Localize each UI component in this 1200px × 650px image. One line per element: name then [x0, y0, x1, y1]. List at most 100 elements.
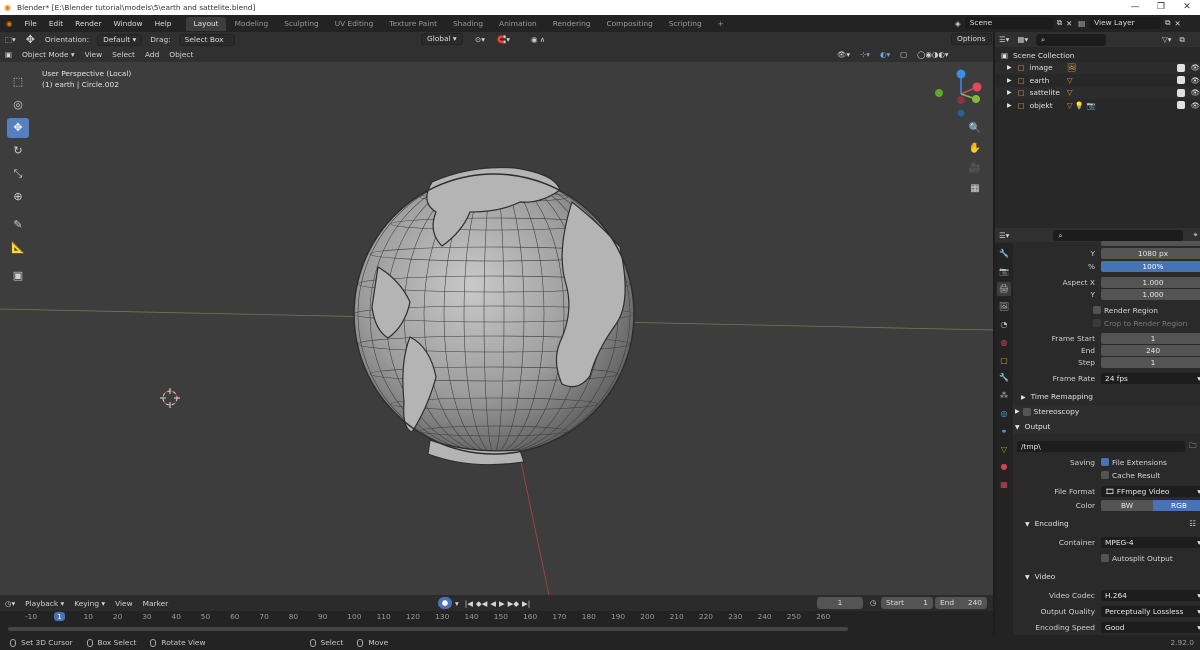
object-mode-dropdown[interactable]: Object Mode ▾ [17, 47, 80, 62]
neg-y-axis-icon[interactable] [935, 89, 943, 97]
menu-file[interactable]: File [18, 15, 42, 32]
maximize-button[interactable]: ❐ [1148, 0, 1174, 15]
video-codec-dropdown[interactable]: H.264▾ [1101, 589, 1200, 601]
xray-icon[interactable]: ▢ [895, 47, 912, 62]
resolution-pct-field[interactable]: 100% [1101, 260, 1200, 272]
menu-keying[interactable]: Keying ▾ [69, 596, 110, 611]
material-tab-icon[interactable]: ● [997, 460, 1011, 474]
view-layer-tab-icon[interactable]: 🖼 [997, 300, 1011, 314]
expand-chevron-icon[interactable]: ▶ [1007, 102, 1012, 109]
camera-view-icon[interactable]: 🎥 [966, 160, 984, 178]
output-path-field[interactable]: /tmp\ [1017, 440, 1185, 452]
texture-tab-icon[interactable]: ▦ [997, 478, 1011, 492]
move-tool-icon[interactable]: ✥ [21, 32, 40, 47]
close-button[interactable]: ✕ [1174, 0, 1200, 15]
rotate-tool[interactable]: ↻ [7, 141, 29, 161]
outliner-item-earth[interactable]: ▶ ▢ earth ▽ 👁 [995, 74, 1200, 87]
expand-chevron-icon[interactable]: ▶ [1007, 77, 1012, 84]
menu-edit[interactable]: Edit [43, 15, 69, 32]
menu-object[interactable]: Object [164, 47, 198, 62]
frame-start-timeline-field[interactable]: Start 1 [881, 597, 933, 609]
stereoscopy-section[interactable]: ▶ Stereoscopy [1013, 405, 1200, 419]
play-icon[interactable]: ▶ [499, 599, 505, 608]
render-region-checkbox[interactable] [1093, 306, 1101, 314]
menu-marker[interactable]: Marker [138, 596, 174, 611]
3d-cursor[interactable] [160, 388, 180, 408]
tool-select-icon[interactable]: ⬚▾ [0, 32, 21, 47]
output-tab-icon[interactable]: 🖨 [997, 282, 1011, 297]
cursor-tool[interactable]: ◎ [7, 95, 29, 115]
crop-region-checkbox[interactable] [1093, 319, 1101, 327]
jump-start-icon[interactable]: |◀ [465, 599, 473, 608]
tab-uv-editing[interactable]: UV Editing [328, 17, 381, 31]
exclude-checkbox[interactable] [1176, 101, 1185, 110]
select-box-tool[interactable]: ⬚ [7, 72, 29, 92]
play-reverse-icon[interactable]: ◀ [490, 599, 496, 608]
file-extensions-checkbox[interactable] [1101, 458, 1109, 466]
delete-scene-icon[interactable]: ✕ [1066, 19, 1072, 28]
render-region-row[interactable]: Render Region [1013, 304, 1200, 316]
transform-tool[interactable]: ⊕ [7, 187, 29, 207]
output-quality-dropdown[interactable]: Perceptually Lossless▾ [1101, 605, 1200, 617]
exclude-checkbox[interactable] [1176, 63, 1185, 72]
minimize-button[interactable]: — [1122, 0, 1148, 15]
record-button[interactable]: ● [438, 597, 452, 609]
add-cube-tool[interactable]: ▣ [7, 266, 29, 286]
current-frame-field[interactable]: 1 [817, 597, 863, 609]
new-view-layer-icon[interactable]: ⧉ [1165, 18, 1170, 28]
expand-chevron-icon[interactable]: ▶ [1007, 89, 1012, 96]
stereoscopy-checkbox[interactable] [1022, 408, 1031, 416]
outliner-item-sattelite[interactable]: ▶ ▢ sattelite ▽ 👁 [995, 86, 1200, 99]
ortho-toggle-icon[interactable]: ▦ [966, 180, 984, 198]
encoding-speed-dropdown[interactable]: Good▾ [1101, 621, 1200, 633]
visibility-icon[interactable]: 👁▾ [832, 47, 855, 62]
add-workspace-button[interactable]: + [711, 17, 731, 31]
aspect-y-field[interactable]: 1.000 [1101, 288, 1200, 300]
autosplit-checkbox[interactable] [1101, 554, 1109, 562]
resolution-y-field[interactable]: 1080 px [1101, 247, 1200, 259]
aspect-x-field[interactable]: 1.000 [1101, 276, 1200, 288]
menu-render[interactable]: Render [69, 15, 107, 32]
move-tool[interactable]: ✥ [7, 118, 29, 138]
filter-icon[interactable]: ▽▾ [1162, 35, 1171, 44]
jump-end-icon[interactable]: ▶| [522, 599, 530, 608]
blender-menu-icon[interactable]: ◉ [0, 15, 18, 32]
color-rgb-button[interactable]: RGB [1153, 499, 1200, 511]
object-tab-icon[interactable]: ▢ [997, 354, 1011, 368]
transform-space-dropdown[interactable]: Global ▾ [421, 33, 463, 45]
resolution-x-field[interactable] [1101, 240, 1200, 246]
next-keyframe-icon[interactable]: ▶◆ [508, 599, 519, 608]
menu-timeline-view[interactable]: View [110, 596, 138, 611]
timeline-editor-icon[interactable]: ◷▾ [0, 596, 20, 611]
tool-tab-icon[interactable]: 🔧 [997, 247, 1011, 261]
outliner-item-image[interactable]: ▶ ▢ image 🖼 👁 [995, 61, 1200, 74]
menu-add[interactable]: Add [140, 47, 164, 62]
playhead[interactable]: 1 [54, 612, 65, 621]
editor-type-icon[interactable]: ▣ [0, 47, 17, 62]
new-collection-icon[interactable]: ⧉ [1179, 35, 1184, 45]
3d-viewport[interactable] [0, 62, 993, 595]
overlays-icon[interactable]: ◐▾ [875, 47, 895, 62]
pan-icon[interactable]: ✋ [966, 140, 984, 158]
tab-shading[interactable]: Shading [446, 17, 490, 31]
zoom-icon[interactable]: 🔍 [966, 120, 984, 138]
timeline-ruler[interactable]: -10 1 10 20 30 40 50 60 70 80 90 100 110 120 130 140 150… [0, 611, 993, 623]
y-axis-icon[interactable] [972, 95, 980, 103]
cache-result-checkbox[interactable] [1101, 471, 1109, 479]
frame-rate-dropdown[interactable]: 24 fps▾ [1101, 372, 1200, 384]
exclude-checkbox[interactable] [1176, 88, 1185, 97]
file-format-dropdown[interactable]: 🎞 FFmpeg Video▾ [1101, 485, 1200, 497]
frame-step-field[interactable]: 1 [1101, 356, 1200, 368]
encoding-section[interactable]: ▼ Encoding ☷ [1013, 517, 1200, 531]
particles-tab-icon[interactable]: ⁂ [997, 389, 1011, 403]
neg-x-axis-icon[interactable] [957, 96, 965, 104]
world-tab-icon[interactable]: ◍ [997, 336, 1011, 350]
frame-end-timeline-field[interactable]: End 240 [935, 597, 987, 609]
frame-end-field[interactable]: 240 [1101, 344, 1200, 356]
keyframe-dropdown-icon[interactable]: ▾ [455, 599, 459, 608]
measure-tool[interactable]: 📐 [7, 238, 29, 258]
container-dropdown[interactable]: MPEG-4▾ [1101, 536, 1200, 548]
frame-start-field[interactable]: 1 [1101, 332, 1200, 344]
view-layer-selector[interactable]: View Layer [1089, 17, 1162, 29]
tab-compositing[interactable]: Compositing [599, 17, 659, 31]
